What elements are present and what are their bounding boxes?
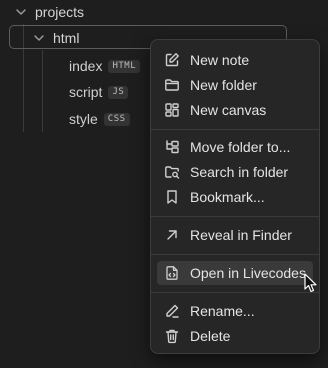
bookmark-icon [164, 189, 180, 205]
chevron-down-icon [15, 6, 27, 18]
context-menu: New note New folder New canvas Move fold… [150, 39, 320, 354]
menu-separator [151, 129, 319, 130]
file-label: index [69, 58, 103, 74]
menu-item-label: Move folder to... [190, 139, 291, 155]
trash-icon [164, 328, 180, 344]
menu-separator [151, 254, 319, 255]
menu-item-label: Bookmark... [190, 189, 265, 205]
menu-item-delete[interactable]: Delete [157, 324, 313, 348]
menu-item-bookmark[interactable]: Bookmark... [157, 185, 313, 209]
menu-item-label: Open in Livecodes [190, 265, 306, 281]
canvas-grid-icon [164, 102, 180, 118]
folder-icon [164, 77, 180, 93]
move-folder-icon [164, 139, 180, 155]
folder-label: html [53, 30, 80, 46]
code-file-icon [164, 265, 180, 281]
menu-item-label: Reveal in Finder [190, 227, 292, 243]
folder-projects[interactable]: projects [15, 4, 84, 20]
file-type-badge: CSS [103, 112, 130, 126]
file-style[interactable]: style CSS [69, 110, 130, 128]
file-script[interactable]: script JS [69, 83, 129, 101]
mouse-cursor-icon [304, 273, 318, 293]
menu-item-label: New note [190, 52, 250, 68]
menu-item-label: Search in folder [190, 164, 289, 180]
file-label: script [69, 84, 103, 100]
menu-separator [151, 292, 319, 293]
menu-item-rename[interactable]: Rename... [157, 299, 313, 323]
menu-item-label: New canvas [190, 102, 267, 118]
tree-guide-line [42, 50, 43, 132]
menu-item-label: New folder [190, 77, 257, 93]
menu-item-reveal-in-finder[interactable]: Reveal in Finder [157, 223, 313, 247]
menu-item-label: Delete [190, 328, 231, 344]
menu-separator [151, 216, 319, 217]
file-type-badge: HTML [108, 59, 141, 73]
menu-item-label: Rename... [190, 303, 255, 319]
file-index[interactable]: index HTML [69, 57, 141, 75]
folder-html[interactable]: html [33, 30, 79, 46]
edit-note-icon [164, 52, 180, 68]
file-type-badge: JS [108, 85, 129, 99]
chevron-down-icon [33, 32, 45, 44]
reveal-arrow-icon [164, 227, 180, 243]
file-label: style [69, 111, 98, 127]
folder-label: projects [35, 4, 85, 20]
menu-item-search-in-folder[interactable]: Search in folder [157, 160, 313, 184]
menu-item-new-note[interactable]: New note [157, 48, 313, 72]
folder-search-icon [164, 164, 180, 180]
menu-item-new-folder[interactable]: New folder [157, 73, 313, 97]
pencil-icon [164, 303, 180, 319]
menu-item-move-folder[interactable]: Move folder to... [157, 135, 313, 159]
menu-item-open-in-livecodes[interactable]: Open in Livecodes [157, 261, 313, 285]
menu-item-new-canvas[interactable]: New canvas [157, 98, 313, 122]
